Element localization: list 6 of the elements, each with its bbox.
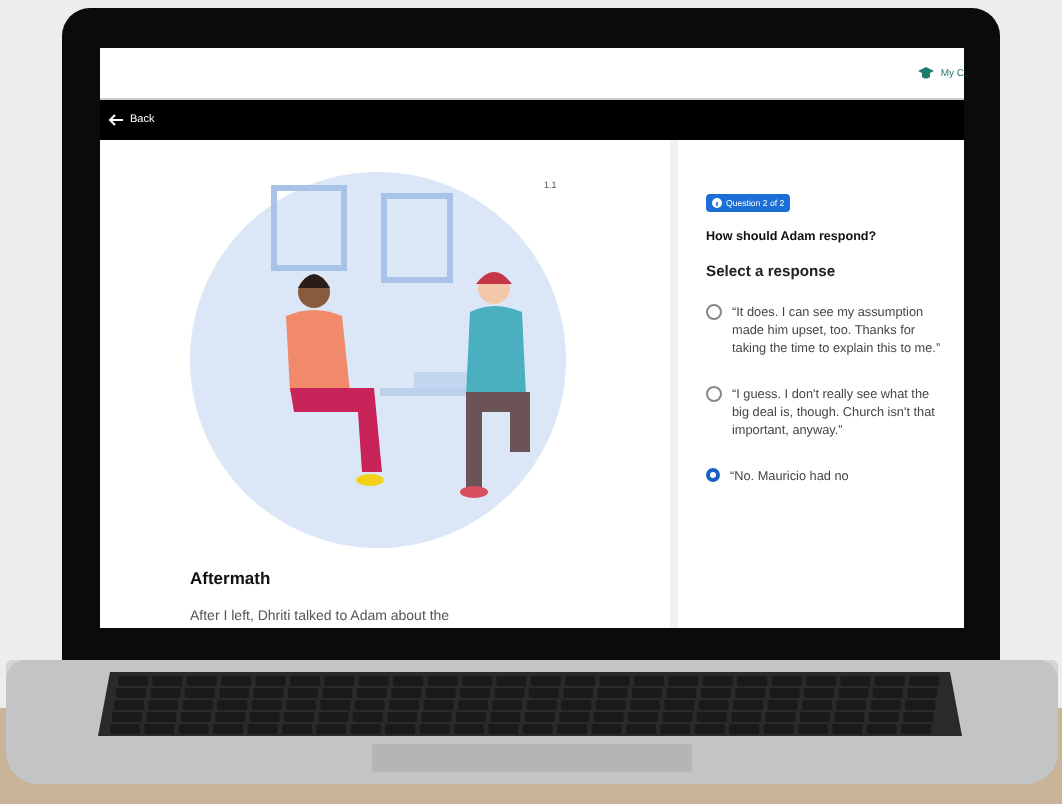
radio-button[interactable]: [706, 468, 720, 482]
radio-button[interactable]: [706, 386, 722, 402]
radio-button[interactable]: [706, 304, 722, 320]
graduation-cap-icon: [918, 66, 935, 80]
back-arrow-icon: [108, 114, 124, 126]
story-title: Aftermath: [190, 568, 273, 588]
